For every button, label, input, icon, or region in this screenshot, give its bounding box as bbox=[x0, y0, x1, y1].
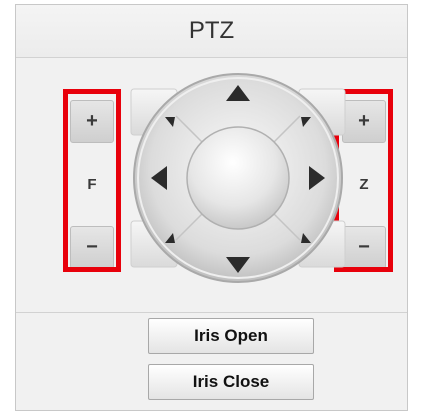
ptz-panel: PTZ + F − + Z − Iris Open Iris Close bbox=[15, 4, 408, 411]
panel-title: PTZ bbox=[16, 5, 407, 58]
iris-open-button[interactable]: Iris Open bbox=[148, 318, 314, 354]
center-button[interactable] bbox=[186, 126, 290, 230]
section-divider bbox=[16, 312, 407, 313]
focus-highlight-box bbox=[63, 89, 121, 272]
direction-pad bbox=[130, 73, 346, 283]
iris-close-button[interactable]: Iris Close bbox=[148, 364, 314, 400]
